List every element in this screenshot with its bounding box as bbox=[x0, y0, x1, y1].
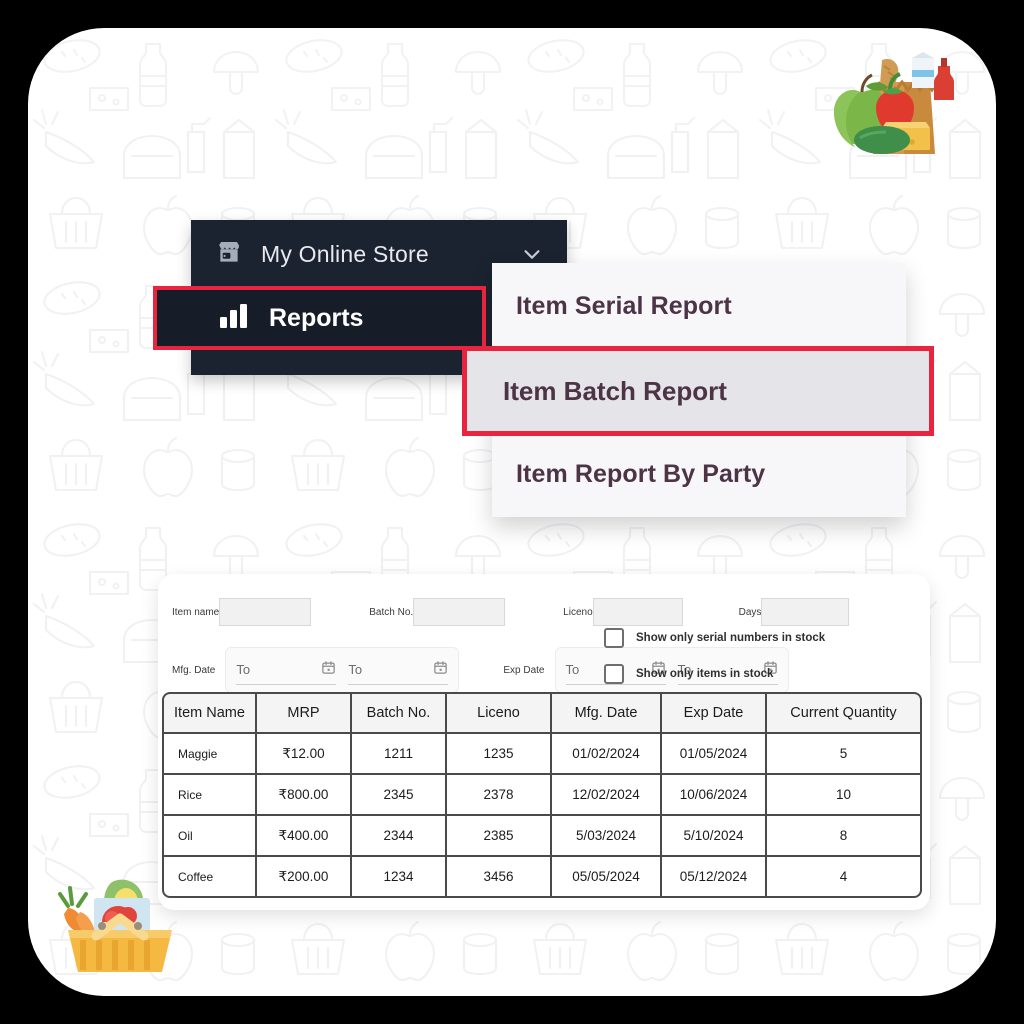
filter-days: Days bbox=[739, 598, 850, 626]
shopping-basket-illustration bbox=[58, 879, 172, 972]
screenshot-root: My Online Store Reports Item Serial Repo… bbox=[0, 0, 1024, 1024]
menu-item-item-report-by-party[interactable]: Item Report By Party bbox=[492, 431, 906, 517]
menu-item-item-serial-report[interactable]: Item Serial Report bbox=[492, 263, 906, 349]
checkbox-items-in-stock-label: Show only items in stock bbox=[636, 668, 774, 680]
batch-no-input[interactable] bbox=[413, 598, 506, 626]
cell-item-name: Rice bbox=[162, 775, 257, 816]
calendar-icon[interactable] bbox=[321, 660, 336, 680]
mfg-date-range: To To bbox=[225, 647, 460, 693]
filter-days-label: Days bbox=[738, 606, 762, 618]
bar-chart-icon bbox=[219, 303, 249, 334]
grocery-bag-illustration bbox=[834, 52, 954, 154]
days-input[interactable] bbox=[761, 598, 850, 626]
cell-batch-no: 1211 bbox=[352, 734, 447, 775]
storefront-icon bbox=[215, 238, 243, 271]
cell-item-name: Oil bbox=[162, 816, 257, 857]
item-batch-report-panel: Item name Batch No. Liceno Days Mfg. Dat… bbox=[158, 574, 930, 910]
item-batch-report-table: Item Name MRP Batch No. Liceno Mfg. Date… bbox=[162, 692, 922, 898]
calendar-icon[interactable] bbox=[433, 660, 448, 680]
cell-exp-date: 5/10/2024 bbox=[662, 816, 767, 857]
cell-liceno: 3456 bbox=[447, 857, 552, 898]
cell-liceno: 2385 bbox=[447, 816, 552, 857]
cell-quantity: 4 bbox=[767, 857, 922, 898]
exp-date-from-placeholder: To bbox=[565, 662, 580, 677]
stock-filter-checkboxes: Show only serial numbers in stock Show o… bbox=[604, 628, 914, 700]
filter-batch-no: Batch No. bbox=[369, 598, 506, 626]
cell-liceno: 2378 bbox=[447, 775, 552, 816]
table-row[interactable]: Coffee ₹200.00 1234 3456 05/05/2024 05/1… bbox=[162, 857, 922, 898]
sidebar-item-reports[interactable]: Reports bbox=[153, 286, 486, 350]
cell-mrp: ₹12.00 bbox=[257, 734, 352, 775]
mfg-date-from-field[interactable]: To bbox=[236, 655, 337, 685]
cell-quantity: 8 bbox=[767, 816, 922, 857]
cell-exp-date: 05/12/2024 bbox=[662, 857, 767, 898]
column-header-current-quantity[interactable]: Current Quantity bbox=[767, 692, 922, 734]
mfg-date-to-placeholder: To bbox=[348, 662, 363, 677]
column-header-batch-no[interactable]: Batch No. bbox=[352, 692, 447, 734]
cell-batch-no: 2345 bbox=[352, 775, 447, 816]
mfg-date-to-field[interactable]: To bbox=[348, 655, 449, 685]
cell-mfg-date: 5/03/2024 bbox=[552, 816, 662, 857]
cell-mfg-date: 12/02/2024 bbox=[552, 775, 662, 816]
filter-liceno: Liceno bbox=[563, 598, 683, 626]
store-name-label: My Online Store bbox=[261, 240, 429, 267]
liceno-input[interactable] bbox=[592, 598, 683, 626]
table-row[interactable]: Rice ₹800.00 2345 2378 12/02/2024 10/06/… bbox=[162, 775, 922, 816]
column-header-exp-date[interactable]: Exp Date bbox=[662, 692, 767, 734]
cell-mrp: ₹400.00 bbox=[257, 816, 352, 857]
cell-batch-no: 2344 bbox=[352, 816, 447, 857]
column-header-liceno[interactable]: Liceno bbox=[447, 692, 552, 734]
filter-batch-no-label: Batch No. bbox=[369, 606, 414, 618]
app-card: My Online Store Reports Item Serial Repo… bbox=[28, 28, 996, 996]
cell-exp-date: 10/06/2024 bbox=[662, 775, 767, 816]
cell-mrp: ₹200.00 bbox=[257, 857, 352, 898]
item-name-input[interactable] bbox=[219, 598, 312, 626]
checkbox-row-serial-in-stock[interactable]: Show only serial numbers in stock bbox=[604, 628, 914, 648]
cell-quantity: 5 bbox=[767, 734, 922, 775]
menu-item-item-batch-report[interactable]: Item Batch Report bbox=[462, 346, 934, 436]
table-header-row: Item Name MRP Batch No. Liceno Mfg. Date… bbox=[162, 692, 922, 734]
sidebar-item-label: Reports bbox=[269, 303, 364, 332]
table-row[interactable]: Oil ₹400.00 2344 2385 5/03/2024 5/10/202… bbox=[162, 816, 922, 857]
cell-mfg-date: 01/02/2024 bbox=[552, 734, 662, 775]
checkbox-serial-in-stock[interactable] bbox=[604, 628, 624, 648]
filter-exp-date-label: Exp Date bbox=[503, 664, 545, 676]
column-header-mrp[interactable]: MRP bbox=[257, 692, 352, 734]
checkbox-items-in-stock[interactable] bbox=[604, 664, 624, 684]
filter-item-name: Item name bbox=[172, 598, 312, 626]
column-header-item-name[interactable]: Item Name bbox=[162, 692, 257, 734]
cell-mrp: ₹800.00 bbox=[257, 775, 352, 816]
filter-liceno-label: Liceno bbox=[563, 606, 593, 618]
cell-batch-no: 1234 bbox=[352, 857, 447, 898]
checkbox-serial-in-stock-label: Show only serial numbers in stock bbox=[636, 632, 826, 644]
cell-mfg-date: 05/05/2024 bbox=[552, 857, 662, 898]
cell-liceno: 1235 bbox=[447, 734, 552, 775]
cell-exp-date: 01/05/2024 bbox=[662, 734, 767, 775]
cell-item-name: Maggie bbox=[162, 734, 257, 775]
column-header-mfg-date[interactable]: Mfg. Date bbox=[552, 692, 662, 734]
checkbox-row-items-in-stock[interactable]: Show only items in stock bbox=[604, 664, 914, 684]
filter-item-name-label: Item name bbox=[172, 606, 220, 618]
mfg-date-from-placeholder: To bbox=[236, 662, 251, 677]
chevron-down-icon[interactable] bbox=[521, 243, 543, 265]
cell-quantity: 10 bbox=[767, 775, 922, 816]
filter-mfg-date-label: Mfg. Date bbox=[172, 664, 216, 676]
table-row[interactable]: Maggie ₹12.00 1211 1235 01/02/2024 01/05… bbox=[162, 734, 922, 775]
text-filter-row: Item name Batch No. Liceno Days bbox=[172, 592, 916, 632]
